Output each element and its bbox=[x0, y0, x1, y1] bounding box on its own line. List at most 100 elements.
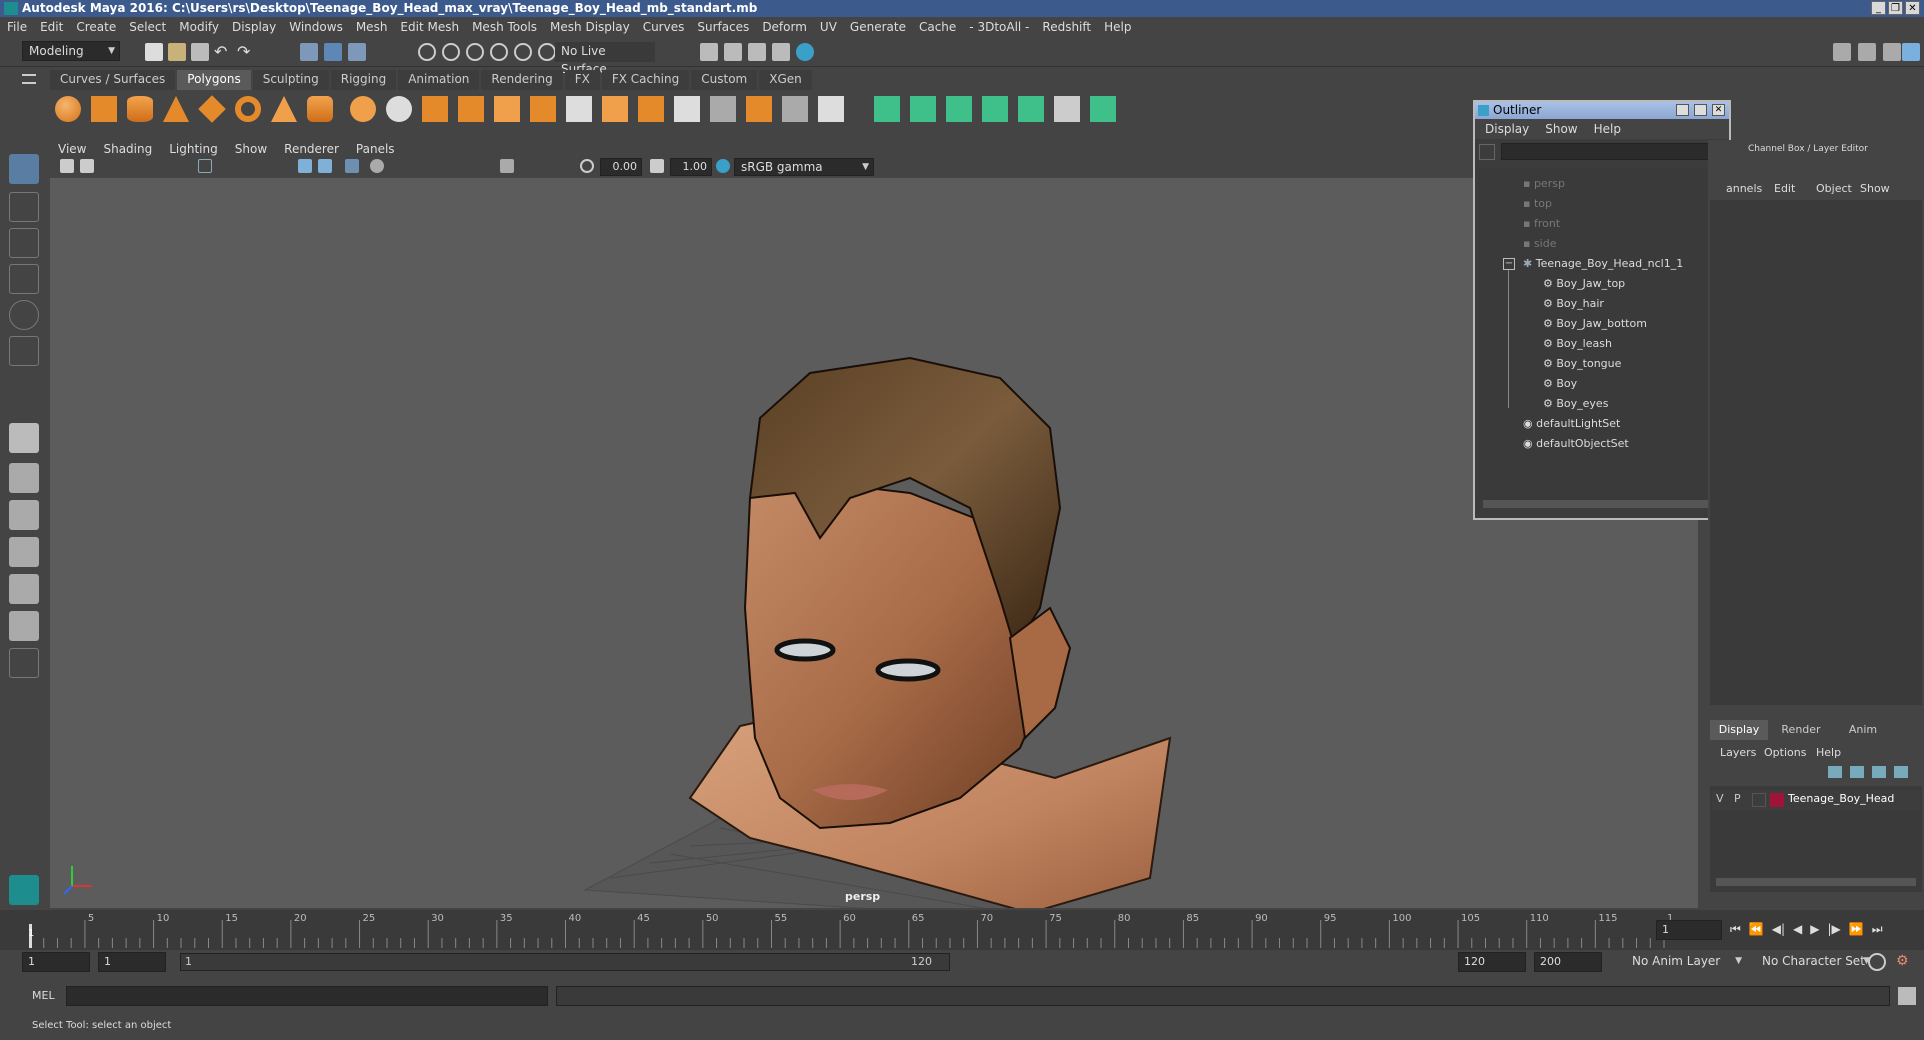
layer-horizontal-scrollbar[interactable] bbox=[1716, 878, 1916, 886]
poly-cone-icon[interactable] bbox=[163, 96, 189, 122]
select-component-icon[interactable] bbox=[348, 43, 366, 61]
time-slider[interactable]: 5 10 15 20 25 30 35 40 45 50 55 60 65 70 75 80 85 90 95 100… bbox=[0, 910, 1924, 950]
outliner-search-input[interactable] bbox=[1501, 143, 1721, 160]
poly-plane-icon[interactable] bbox=[198, 95, 226, 123]
outliner-item-boy-tongue[interactable]: ⚙ Boy_tongue bbox=[1543, 354, 1621, 374]
four-view-layout-icon[interactable] bbox=[9, 463, 39, 493]
checker-icon[interactable] bbox=[1054, 96, 1080, 122]
go-to-end-icon[interactable]: ⏭ bbox=[1872, 922, 1883, 938]
go-to-start-icon[interactable]: ⏮ bbox=[1730, 922, 1741, 938]
character-set-dropdown[interactable]: No Character Set ▼ bbox=[1756, 952, 1874, 972]
outliner-menu-show[interactable]: Show bbox=[1545, 122, 1577, 136]
tab-fx[interactable]: FX bbox=[564, 70, 600, 90]
step-forward-frame-icon[interactable]: ⏩ bbox=[1849, 922, 1864, 938]
channelbox-menu-object[interactable]: Object bbox=[1816, 182, 1852, 195]
menu-generate[interactable]: Generate bbox=[850, 20, 906, 34]
play-backwards-icon[interactable]: ◀ bbox=[1793, 922, 1802, 938]
layer-visibility-toggle[interactable]: V bbox=[1716, 792, 1730, 808]
vp-menu-renderer[interactable]: Renderer bbox=[284, 142, 339, 156]
snap-view-icon[interactable] bbox=[490, 43, 508, 61]
snap-curve-icon[interactable] bbox=[442, 43, 460, 61]
select-object-icon[interactable] bbox=[324, 43, 342, 61]
menu-edit-mesh[interactable]: Edit Mesh bbox=[400, 20, 459, 34]
combine-icon[interactable] bbox=[350, 96, 376, 122]
outliner-item-boy-jaw-bottom[interactable]: ⚙ Boy_Jaw_bottom bbox=[1543, 314, 1647, 334]
tab-fx-caching[interactable]: FX Caching bbox=[601, 70, 690, 90]
move-tool-icon[interactable] bbox=[9, 264, 39, 294]
command-input[interactable] bbox=[66, 986, 548, 1006]
snap-grid-icon[interactable] bbox=[418, 43, 436, 61]
camera-attributes-icon[interactable] bbox=[80, 159, 94, 173]
hypershade-icon[interactable] bbox=[796, 43, 814, 61]
move-layer-up-icon[interactable] bbox=[1828, 766, 1842, 778]
vp-menu-lighting[interactable]: Lighting bbox=[169, 142, 218, 156]
menu-deform[interactable]: Deform bbox=[762, 20, 807, 34]
channelbox-menu-show[interactable]: Show bbox=[1860, 182, 1890, 195]
outliner-horizontal-scrollbar[interactable] bbox=[1483, 500, 1711, 508]
tab-rendering[interactable]: Rendering bbox=[481, 70, 563, 90]
outliner-minimize-button[interactable] bbox=[1676, 104, 1689, 116]
outliner-item-boy-jaw-top[interactable]: ⚙ Boy_Jaw_top bbox=[1543, 274, 1625, 294]
layer-name[interactable]: Teenage_Boy_Head bbox=[1788, 792, 1894, 805]
outliner-filter-icon[interactable] bbox=[1479, 144, 1495, 160]
extrude-icon[interactable] bbox=[602, 96, 628, 122]
channel-box-toggle-icon[interactable] bbox=[1902, 43, 1920, 61]
animation-preferences-icon[interactable]: ⚙ bbox=[1896, 953, 1914, 971]
layer-menu-help[interactable]: Help bbox=[1816, 746, 1841, 759]
perspective-viewport[interactable]: persp bbox=[50, 178, 1698, 908]
anim-layer-dropdown[interactable]: No Anim Layer ▼ bbox=[1626, 952, 1746, 972]
persp-outliner-layout-icon[interactable] bbox=[9, 500, 39, 530]
outliner-item-boy-hair[interactable]: ⚙ Boy_hair bbox=[1543, 294, 1604, 314]
menu-windows[interactable]: Windows bbox=[289, 20, 343, 34]
animation-start-field[interactable]: 1 bbox=[22, 952, 90, 972]
step-back-frame-icon[interactable]: ⏪ bbox=[1749, 922, 1764, 938]
menu-edit[interactable]: Edit bbox=[40, 20, 63, 34]
step-back-key-icon[interactable]: ◀| bbox=[1772, 922, 1785, 938]
outliner-menu-help[interactable]: Help bbox=[1594, 122, 1621, 136]
select-camera-icon[interactable] bbox=[60, 159, 74, 173]
layer-menu-options[interactable]: Options bbox=[1764, 746, 1806, 759]
layer-row[interactable]: V P Teenage_Boy_Head bbox=[1712, 790, 1920, 810]
select-hierarchy-icon[interactable] bbox=[300, 43, 318, 61]
textured-icon[interactable] bbox=[345, 159, 359, 173]
menu-select[interactable]: Select bbox=[129, 20, 166, 34]
range-slider[interactable]: 1 120 bbox=[180, 953, 950, 971]
render-settings-icon[interactable] bbox=[772, 43, 790, 61]
animation-end-field[interactable]: 200 bbox=[1534, 952, 1602, 972]
channelbox-menu-channels[interactable]: annels bbox=[1726, 182, 1762, 195]
poly-sphere-icon[interactable] bbox=[55, 96, 81, 122]
modeling-toolkit-icon[interactable] bbox=[1833, 43, 1851, 61]
menu-3dtoall[interactable]: - 3DtoAll - bbox=[969, 20, 1029, 34]
paint-select-icon[interactable] bbox=[9, 228, 39, 258]
render-view-icon[interactable] bbox=[700, 43, 718, 61]
menu-file[interactable]: File bbox=[7, 20, 27, 34]
undo-icon[interactable]: ↶ bbox=[214, 43, 232, 61]
offset-edge-loop-icon[interactable] bbox=[782, 96, 808, 122]
menu-help[interactable]: Help bbox=[1104, 20, 1131, 34]
uv-editor-icon[interactable] bbox=[1018, 96, 1044, 122]
tool-settings-icon[interactable] bbox=[1883, 43, 1901, 61]
snap-point-icon[interactable] bbox=[466, 43, 484, 61]
menu-surfaces[interactable]: Surfaces bbox=[697, 20, 749, 34]
bridge-icon[interactable] bbox=[638, 96, 664, 122]
attribute-editor-icon[interactable] bbox=[1858, 43, 1876, 61]
poly-cylinder-icon[interactable] bbox=[127, 96, 153, 122]
outliner-item-boy-eyes[interactable]: ⚙ Boy_eyes bbox=[1543, 394, 1608, 414]
menu-mesh-display[interactable]: Mesh Display bbox=[550, 20, 630, 34]
menuset-dropdown[interactable]: Modeling ▼ bbox=[22, 41, 120, 61]
outliner-menu-display[interactable]: Display bbox=[1485, 122, 1529, 136]
menu-display[interactable]: Display bbox=[232, 20, 276, 34]
poly-cube-icon[interactable] bbox=[91, 96, 117, 122]
menu-create[interactable]: Create bbox=[76, 20, 116, 34]
lasso-tool-icon[interactable] bbox=[9, 192, 39, 222]
tab-sculpting[interactable]: Sculpting bbox=[252, 70, 329, 90]
new-scene-icon[interactable] bbox=[145, 43, 163, 61]
vp-menu-show[interactable]: Show bbox=[235, 142, 267, 156]
custom-layout-icon[interactable] bbox=[9, 648, 39, 678]
outliner-item-top[interactable]: ▪ top bbox=[1523, 194, 1552, 214]
cut-uv-icon[interactable] bbox=[1090, 96, 1116, 122]
outliner-item-boy-leash[interactable]: ⚙ Boy_leash bbox=[1543, 334, 1612, 354]
average-vertices-icon[interactable] bbox=[494, 96, 520, 122]
script-language-label[interactable]: MEL bbox=[32, 989, 55, 1002]
fill-hole-icon[interactable] bbox=[530, 96, 556, 122]
